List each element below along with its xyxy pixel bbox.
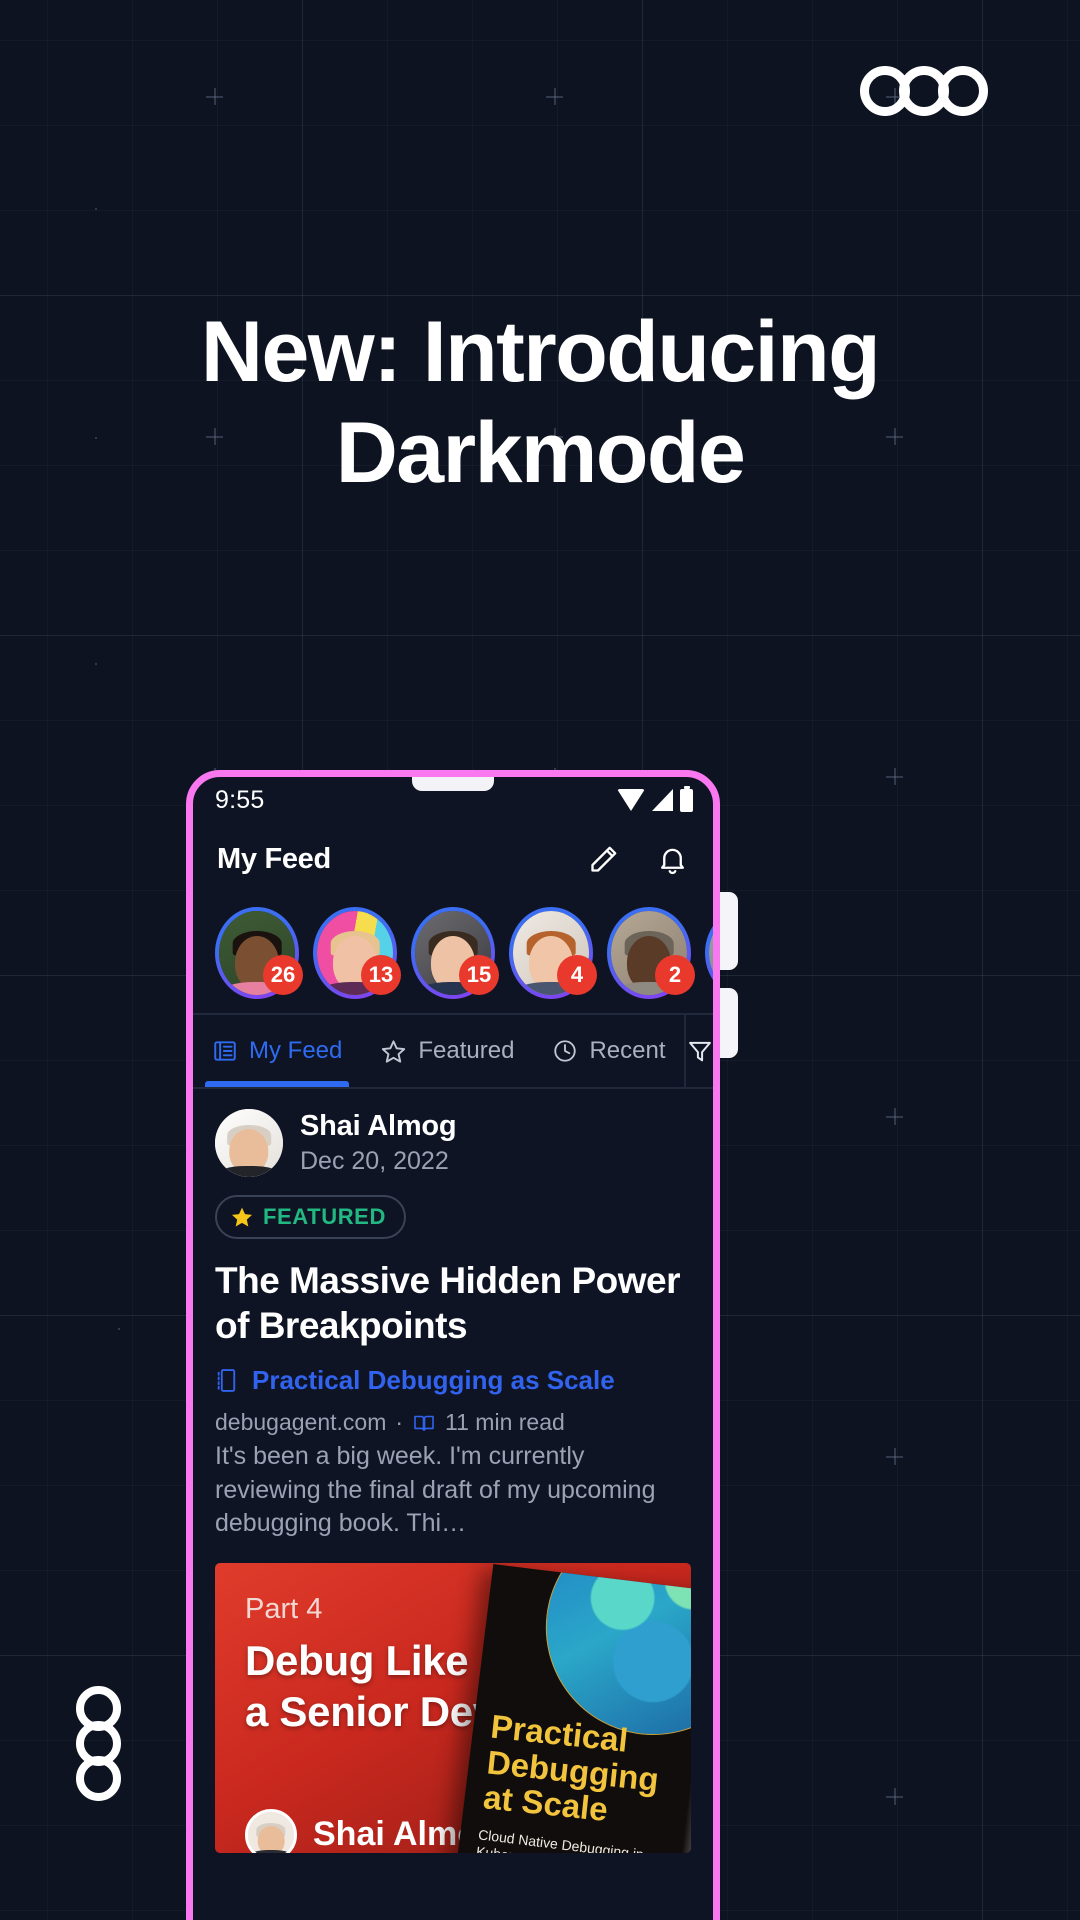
post-source: debugagent.com [215, 1409, 387, 1436]
headline-line-2: Darkmode [335, 405, 746, 502]
tab-label: My Feed [249, 1037, 343, 1064]
feed-post[interactable]: Shai Almog Dec 20, 2022 FEATURED The Mas… [193, 1089, 713, 1541]
star-filled-icon [230, 1205, 254, 1229]
grid-dot [95, 208, 97, 210]
status-time: 9:55 [215, 785, 265, 814]
post-meta-separator: · [395, 1409, 404, 1436]
page-title: My Feed [217, 842, 331, 875]
story-badge: 4 [557, 955, 597, 995]
cover-title: Debug Like a Senior Dev [245, 1635, 496, 1737]
book-subtitle-line-1: Cloud Native Debugging in Kubernetes [475, 1826, 644, 1853]
book-title: Practical Debugging at Scale [482, 1707, 665, 1832]
book-cover-illustration: Practical Debugging at Scale Cloud Nativ… [454, 1563, 691, 1853]
post-author-row: Shai Almog Dec 20, 2022 [215, 1109, 691, 1177]
story-badge: 13 [361, 955, 401, 995]
story-item[interactable]: 15 [411, 907, 499, 999]
status-badge-label: FEATURED [263, 1204, 386, 1229]
avatar-illustration [215, 1109, 283, 1177]
post-date: Dec 20, 2022 [300, 1146, 449, 1175]
three-rings-logo [860, 66, 988, 116]
avatar-illustration [709, 911, 713, 995]
tab-recent[interactable]: Recent [533, 1015, 684, 1087]
story-avatar [709, 911, 713, 995]
post-author-meta: Shai Almog Dec 20, 2022 [300, 1110, 457, 1175]
story-item[interactable]: 4 [509, 907, 597, 999]
post-excerpt: It's been a big week. I'm currently revi… [215, 1442, 656, 1538]
post-cover-image[interactable]: Part 4 Debug Like a Senior Dev Shai Almo… [215, 1562, 691, 1853]
post-meta: debugagent.com · 11 min read [215, 1409, 691, 1436]
grid-crosshair [886, 1448, 903, 1465]
phone-notch [412, 777, 494, 791]
grid-crosshair [886, 1108, 903, 1125]
grid-crosshair [206, 88, 223, 105]
phone-mockup: 9:55 My Feed 26 13 15 4 2 My Feed Featur… [186, 770, 720, 1920]
cover-title-line-1: Debug Like [245, 1636, 469, 1684]
page-headline: New: Introducing Darkmode [0, 302, 1080, 505]
story-badge: 26 [263, 955, 303, 995]
collection-icon [215, 1367, 240, 1394]
post-series-label: Practical Debugging as Scale [252, 1365, 615, 1396]
story-badge: 2 [655, 955, 695, 995]
clock-icon [552, 1038, 578, 1064]
cellular-signal-icon [652, 789, 673, 811]
feed-tabs: My Feed Featured Recent [193, 1015, 713, 1089]
phone-power-button[interactable] [720, 988, 738, 1058]
post-title[interactable]: The Massive Hidden Power of Breakpoints [215, 1258, 691, 1348]
cover-part-label: Part 4 [245, 1592, 323, 1625]
app-bar: My Feed [193, 823, 713, 895]
post-read-time: 11 min read [445, 1409, 565, 1436]
story-badge: 15 [459, 955, 499, 995]
newspaper-icon [212, 1038, 238, 1064]
three-rings-logo-vertical [76, 1686, 121, 1801]
logo-ring-icon [76, 1756, 121, 1801]
tab-label: Recent [589, 1037, 666, 1064]
avatar [215, 1109, 283, 1177]
story-item[interactable]: 2 [607, 907, 695, 999]
story-item[interactable]: 3 [705, 907, 713, 999]
avatar [245, 1808, 297, 1853]
app-bar-actions [587, 843, 689, 876]
filter-button[interactable] [684, 1015, 713, 1087]
battery-icon [680, 785, 693, 812]
story-ring [705, 907, 713, 999]
post-author-name: Shai Almog [300, 1110, 457, 1143]
grid-crosshair [886, 768, 903, 785]
phone-volume-button[interactable] [720, 892, 738, 970]
logo-ring-icon [938, 66, 988, 116]
star-outline-icon [380, 1038, 407, 1065]
tab-label: Featured [418, 1037, 515, 1064]
post-series-link[interactable]: Practical Debugging as Scale [215, 1365, 691, 1396]
grid-dot [118, 1328, 120, 1330]
open-book-icon [412, 1411, 436, 1435]
grid-crosshair [886, 1788, 903, 1805]
status-badge: FEATURED [215, 1195, 406, 1239]
status-icons [617, 785, 693, 812]
tab-my-feed[interactable]: My Feed [193, 1015, 361, 1087]
cover-title-line-2: a Senior Dev [245, 1687, 496, 1735]
filter-funnel-icon [686, 1037, 713, 1065]
tab-featured[interactable]: Featured [361, 1015, 533, 1087]
grid-dot [95, 663, 97, 665]
compose-icon[interactable] [587, 843, 620, 876]
wifi-icon [617, 789, 645, 811]
notifications-bell-icon[interactable] [656, 843, 689, 876]
avatar-illustration [248, 1811, 294, 1853]
grid-crosshair [546, 88, 563, 105]
headline-line-1: New: Introducing [200, 304, 881, 400]
stories-row[interactable]: 26 13 15 4 2 [193, 895, 713, 1015]
story-item[interactable]: 13 [313, 907, 401, 999]
story-item[interactable]: 26 [215, 907, 303, 999]
